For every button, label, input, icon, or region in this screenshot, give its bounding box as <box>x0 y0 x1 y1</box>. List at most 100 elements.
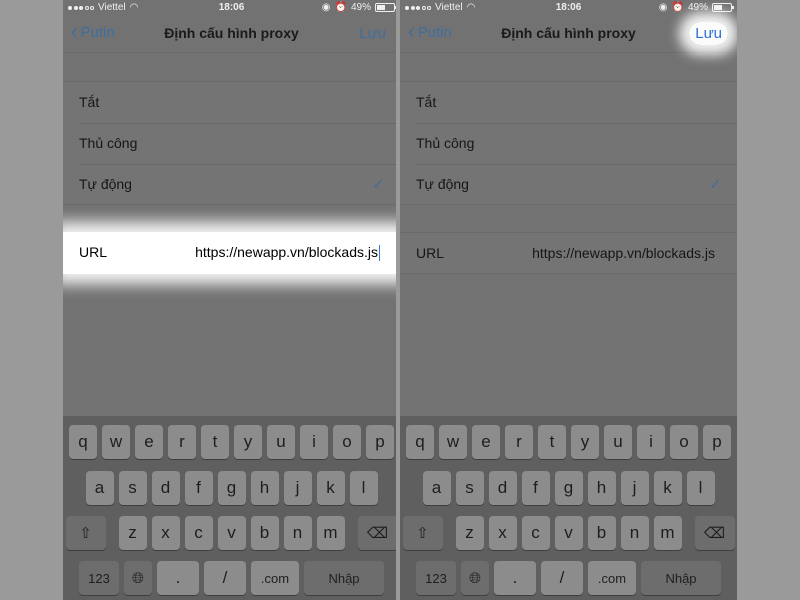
key-i[interactable]: i <box>637 425 665 459</box>
key-slash[interactable]: / <box>541 561 583 595</box>
key-l[interactable]: l <box>686 471 715 505</box>
url-input[interactable]: https://newapp.vn/blockads.js <box>532 233 715 273</box>
key-i[interactable]: i <box>300 425 328 459</box>
phone-screen-right: Viettel ◠ 18:06 ◉ ⏰ 49% ‹ Putin Định cấu… <box>400 0 737 600</box>
shift-key[interactable]: ⇧ <box>65 516 106 550</box>
key-j[interactable]: j <box>620 471 649 505</box>
delete-icon: ⌫ <box>703 525 726 542</box>
globe-key[interactable]: 🌐︎ <box>461 561 489 595</box>
key-slash[interactable]: / <box>204 561 246 595</box>
option-label: Tắt <box>79 94 100 110</box>
key-k[interactable]: k <box>316 471 345 505</box>
numbers-key[interactable]: 123 <box>79 561 119 595</box>
key-d[interactable]: d <box>151 471 180 505</box>
key-n[interactable]: n <box>620 516 649 550</box>
key-z[interactable]: z <box>455 516 484 550</box>
key-dot[interactable]: . <box>157 561 199 595</box>
key-r[interactable]: r <box>505 425 533 459</box>
key-o[interactable]: o <box>333 425 361 459</box>
key-e[interactable]: e <box>135 425 163 459</box>
globe-icon: 🌐︎ <box>131 569 144 587</box>
key-g[interactable]: g <box>554 471 583 505</box>
key-m[interactable]: m <box>316 516 345 550</box>
key-dotcom[interactable]: .com <box>251 561 299 595</box>
key-dot[interactable]: . <box>494 561 536 595</box>
url-field-row[interactable]: URL https://newapp.vn/blockads.js <box>400 232 737 274</box>
key-x[interactable]: x <box>151 516 180 550</box>
proxy-option-off[interactable]: Tắt <box>63 82 400 123</box>
option-label: Thủ công <box>79 135 138 151</box>
key-w[interactable]: w <box>102 425 130 459</box>
key-v[interactable]: v <box>554 516 583 550</box>
key-s[interactable]: s <box>118 471 147 505</box>
delete-key[interactable]: ⌫ <box>694 516 735 550</box>
key-dotcom[interactable]: .com <box>588 561 636 595</box>
option-label: Tự động <box>416 176 469 192</box>
key-j[interactable]: j <box>283 471 312 505</box>
delete-key[interactable]: ⌫ <box>357 516 398 550</box>
phone-screen-left: Viettel ◠ 18:06 ◉ ⏰ 49% ‹ Putin Định cấu… <box>63 0 400 600</box>
key-t[interactable]: t <box>201 425 229 459</box>
status-bar: Viettel ◠ 18:06 ◉ ⏰ 49% <box>400 0 737 16</box>
key-m[interactable]: m <box>653 516 682 550</box>
key-h[interactable]: h <box>250 471 279 505</box>
key-w[interactable]: w <box>439 425 467 459</box>
key-a[interactable]: a <box>422 471 451 505</box>
key-s[interactable]: s <box>455 471 484 505</box>
key-h[interactable]: h <box>587 471 616 505</box>
save-button[interactable]: Lưu <box>689 22 728 45</box>
key-z[interactable]: z <box>118 516 147 550</box>
option-label: Tắt <box>416 94 437 110</box>
key-r[interactable]: r <box>168 425 196 459</box>
key-u[interactable]: u <box>604 425 632 459</box>
key-b[interactable]: b <box>587 516 616 550</box>
key-f[interactable]: f <box>521 471 550 505</box>
key-x[interactable]: x <box>488 516 517 550</box>
key-a[interactable]: a <box>85 471 114 505</box>
proxy-option-off[interactable]: Tắt <box>400 82 737 123</box>
key-k[interactable]: k <box>653 471 682 505</box>
key-t[interactable]: t <box>538 425 566 459</box>
url-label: URL <box>416 245 445 261</box>
check-icon: ✓ <box>372 176 384 192</box>
key-g[interactable]: g <box>217 471 246 505</box>
key-y[interactable]: y <box>234 425 262 459</box>
alarm-icon: ⏰ <box>671 2 684 13</box>
enter-key[interactable]: Nhập <box>304 561 384 595</box>
key-f[interactable]: f <box>184 471 213 505</box>
key-q[interactable]: q <box>69 425 97 459</box>
key-n[interactable]: n <box>283 516 312 550</box>
page-title: Định cấu hình proxy <box>164 25 299 41</box>
key-p[interactable]: p <box>703 425 731 459</box>
key-o[interactable]: o <box>670 425 698 459</box>
key-c[interactable]: c <box>184 516 213 550</box>
option-label: Thủ công <box>416 135 475 151</box>
key-c[interactable]: c <box>521 516 550 550</box>
key-l[interactable]: l <box>349 471 378 505</box>
key-p[interactable]: p <box>366 425 394 459</box>
numbers-key[interactable]: 123 <box>416 561 456 595</box>
battery-percent: 49% <box>350 2 371 13</box>
key-e[interactable]: e <box>472 425 500 459</box>
proxy-option-manual[interactable]: Thủ công <box>400 123 737 164</box>
keyboard: q w e r t y u i o p a s d f g h j k l ⇧ … <box>63 416 400 600</box>
key-d[interactable]: d <box>488 471 517 505</box>
enter-key[interactable]: Nhập <box>641 561 721 595</box>
url-input[interactable]: https://newapp.vn/blockads.js <box>195 232 380 272</box>
url-field-row[interactable]: URL https://newapp.vn/blockads.js <box>63 232 400 274</box>
save-button[interactable]: Lưu <box>359 25 386 42</box>
option-label: Tự động <box>79 176 132 192</box>
key-y[interactable]: y <box>571 425 599 459</box>
shift-key[interactable]: ⇧ <box>402 516 443 550</box>
key-u[interactable]: u <box>267 425 295 459</box>
check-icon: ✓ <box>709 176 721 192</box>
key-b[interactable]: b <box>250 516 279 550</box>
proxy-option-auto[interactable]: Tự động ✓ <box>63 164 400 205</box>
globe-key[interactable]: 🌐︎ <box>124 561 152 595</box>
page-title: Định cấu hình proxy <box>501 25 636 41</box>
proxy-option-auto[interactable]: Tự động ✓ <box>400 164 737 205</box>
proxy-option-manual[interactable]: Thủ công <box>63 123 400 164</box>
battery-icon <box>712 3 734 12</box>
key-q[interactable]: q <box>406 425 434 459</box>
key-v[interactable]: v <box>217 516 246 550</box>
